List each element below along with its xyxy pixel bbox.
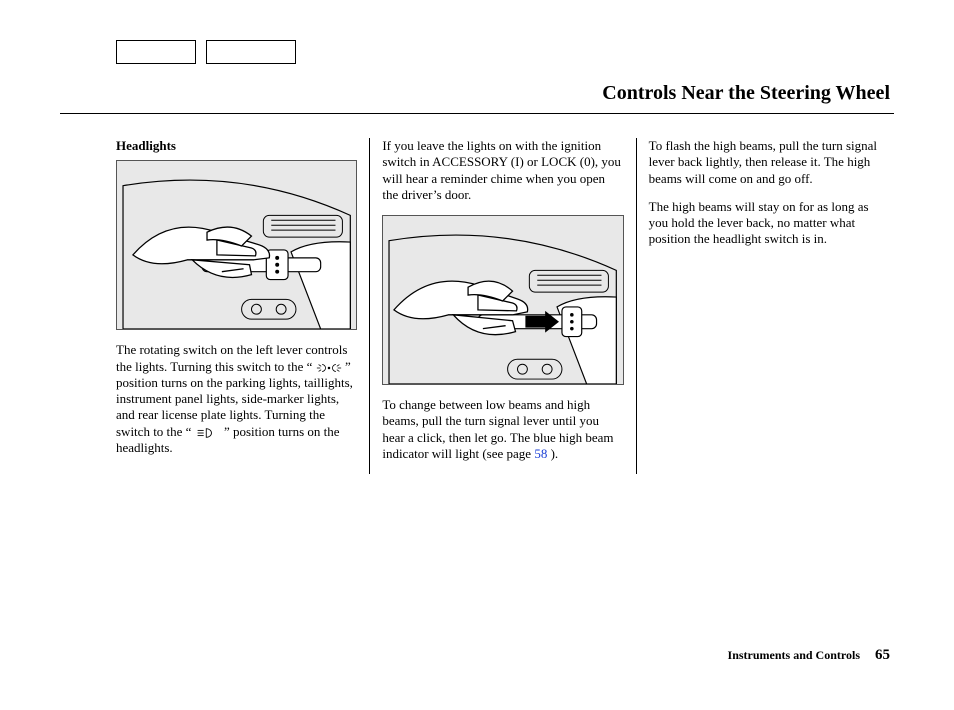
figure-high-beam-lever bbox=[382, 215, 623, 385]
col1-paragraph-1: The rotating switch on the left lever co… bbox=[116, 342, 357, 456]
col2-paragraph-1: If you leave the lights on with the igni… bbox=[382, 138, 623, 203]
col1-p1-part-a: The rotating switch on the left lever co… bbox=[116, 342, 347, 373]
headlights-icon bbox=[195, 427, 221, 439]
col3-paragraph-2: The high beams will stay on for as long … bbox=[649, 199, 890, 248]
footer-page-number: 65 bbox=[875, 647, 890, 663]
manual-page: Controls Near the Steering Wheel Headlig… bbox=[60, 40, 894, 670]
page-title: Controls Near the Steering Wheel bbox=[60, 82, 894, 105]
footer-section-label: Instruments and Controls bbox=[728, 648, 860, 662]
page-link-58[interactable]: 58 bbox=[534, 446, 547, 461]
page-footer: Instruments and Controls 65 bbox=[728, 647, 890, 664]
column-3: To flash the high beams, pull the turn s… bbox=[637, 138, 894, 474]
header-placeholder-boxes bbox=[116, 40, 894, 64]
subheading-headlights: Headlights bbox=[116, 138, 357, 154]
parking-lights-icon bbox=[316, 362, 342, 374]
column-1: Headlights bbox=[60, 138, 370, 474]
content-columns: Headlights bbox=[60, 138, 894, 474]
title-rule bbox=[60, 113, 894, 114]
header-box-2 bbox=[206, 40, 296, 64]
col2-p2-part-a: To change between low beams and high bea… bbox=[382, 397, 613, 461]
column-2: If you leave the lights on with the igni… bbox=[370, 138, 636, 474]
header-box-1 bbox=[116, 40, 196, 64]
col3-paragraph-1: To flash the high beams, pull the turn s… bbox=[649, 138, 890, 187]
figure-headlight-switch bbox=[116, 160, 357, 330]
col2-paragraph-2: To change between low beams and high bea… bbox=[382, 397, 623, 462]
col2-p2-part-b: ). bbox=[547, 446, 558, 461]
